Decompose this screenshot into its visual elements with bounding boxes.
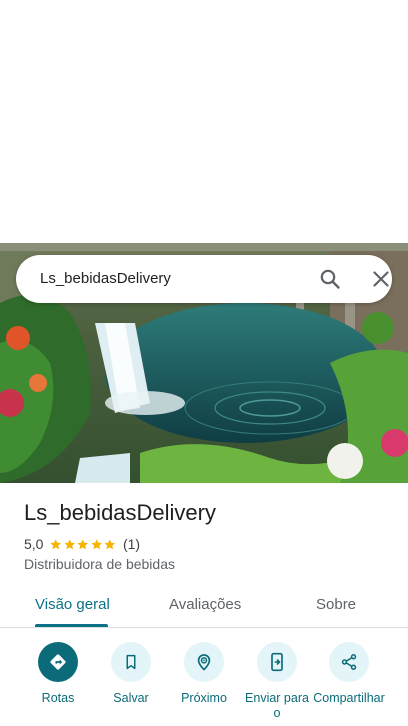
tab-overview[interactable]: Visão geral [35,596,110,613]
nearby-label: Próximo [181,691,227,705]
action-bar: Rotas Salvar Próximo Enviar para o Compa… [0,642,408,726]
star-icon [104,538,116,549]
tab-bar: Visão geral Avaliações Sobre [0,585,408,628]
place-title: Ls_bebidasDelivery [24,500,216,525]
star-rating [49,538,117,551]
search-icon[interactable] [318,267,342,291]
search-input[interactable]: Ls_bebidasDelivery [40,270,171,287]
tab-selected-indicator [35,624,108,627]
send-to-phone-button[interactable]: Enviar para o [239,642,315,721]
nearby-icon [184,642,224,682]
directions-button[interactable]: Rotas [20,642,96,706]
save-label: Salvar [113,691,149,705]
send-to-phone-label: Enviar para o [245,691,309,720]
rating-row[interactable]: 5,0 (1) [24,536,140,552]
nearby-button[interactable]: Próximo [166,642,242,706]
share-label: Compartilhar [313,691,385,705]
directions-label: Rotas [41,691,75,705]
star-icon [91,538,103,549]
tab-reviews[interactable]: Avaliações [169,596,241,613]
close-icon[interactable] [369,267,393,291]
send-to-phone-icon [257,642,297,682]
save-button[interactable]: Salvar [93,642,169,706]
star-icon [50,538,62,549]
star-icon [64,538,76,549]
map-blank-area [0,0,408,243]
directions-icon [38,642,78,682]
share-button[interactable]: Compartilhar [311,642,387,706]
star-icon [77,538,89,549]
place-category: Distribuidora de bebidas [24,556,175,572]
review-count[interactable]: (1) [123,536,140,552]
share-icon [329,642,369,682]
bookmark-icon [111,642,151,682]
rating-value: 5,0 [24,536,44,552]
tab-about[interactable]: Sobre [316,596,356,613]
search-bar[interactable]: Ls_bebidasDelivery [16,255,392,303]
